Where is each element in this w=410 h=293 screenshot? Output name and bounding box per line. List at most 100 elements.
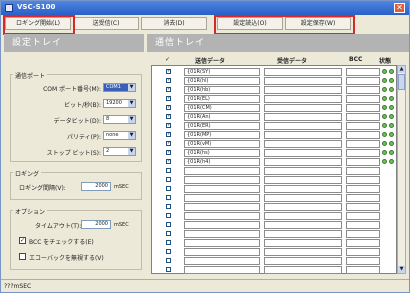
table-row bbox=[152, 221, 396, 230]
send-data-cell[interactable] bbox=[184, 212, 260, 220]
send-data-cell[interactable]: {01R(MP) bbox=[184, 131, 260, 139]
status-indicator-icon bbox=[389, 159, 394, 164]
send-data-cell[interactable]: {01R(h4) bbox=[184, 158, 260, 166]
send-data-cell[interactable]: {01R(ER) bbox=[184, 122, 260, 130]
com-port-select[interactable]: COM1 ▼ bbox=[103, 83, 136, 92]
echo-checkbox[interactable] bbox=[19, 253, 26, 260]
bcc-cell bbox=[346, 140, 380, 148]
status-text: ???mSEC bbox=[4, 283, 32, 290]
row-checkbox[interactable] bbox=[166, 258, 171, 263]
bcc-cell bbox=[346, 194, 380, 202]
bcc-cell bbox=[346, 266, 380, 274]
communication-panel: 通信トレイ ✓ 送信データ 受信データ BCC 状態 ✓ {01R(SY) ✓ {01… bbox=[147, 34, 409, 277]
recv-data-cell bbox=[264, 86, 342, 94]
row-checkbox[interactable] bbox=[166, 213, 171, 218]
row-checkbox[interactable]: ✓ bbox=[166, 105, 171, 110]
row-checkbox[interactable]: ✓ bbox=[166, 123, 171, 128]
send-data-cell[interactable] bbox=[184, 257, 260, 265]
status-indicator-icon bbox=[389, 87, 394, 92]
send-data-cell[interactable] bbox=[184, 239, 260, 247]
start-logging-button[interactable]: ロギング開始(L) bbox=[5, 17, 71, 30]
status-indicator-icon bbox=[382, 69, 387, 74]
send-data-cell[interactable]: {01R(SY) bbox=[184, 68, 260, 76]
send-data-cell[interactable]: {01R(hl) bbox=[184, 77, 260, 85]
status-indicator-icon bbox=[382, 114, 387, 119]
send-data-cell[interactable]: {01R(EL) bbox=[184, 95, 260, 103]
row-checkbox[interactable] bbox=[166, 186, 171, 191]
stop-bits-select[interactable]: 2 ▼ bbox=[103, 147, 136, 156]
row-checkbox[interactable] bbox=[166, 168, 171, 173]
send-data-cell[interactable] bbox=[184, 176, 260, 184]
send-data-cell[interactable]: {01R(hb) bbox=[184, 86, 260, 94]
recv-data-cell bbox=[264, 185, 342, 193]
row-checkbox[interactable]: ✓ bbox=[166, 159, 171, 164]
scroll-down-arrow-icon[interactable]: ▼ bbox=[398, 266, 405, 273]
send-data-cell[interactable] bbox=[184, 230, 260, 238]
status-indicator-icon bbox=[382, 123, 387, 128]
data-bits-select[interactable]: 8 ▼ bbox=[103, 115, 136, 124]
row-checkbox[interactable] bbox=[166, 267, 171, 272]
timeout-input[interactable]: 2000 bbox=[81, 220, 111, 229]
logging-interval-input[interactable]: 2000 bbox=[81, 182, 111, 191]
bcc-cell bbox=[346, 176, 380, 184]
table-row bbox=[152, 194, 396, 203]
row-checkbox[interactable] bbox=[166, 222, 171, 227]
row-checkbox[interactable] bbox=[166, 249, 171, 254]
row-checkbox[interactable]: ✓ bbox=[166, 132, 171, 137]
row-checkbox[interactable]: ✓ bbox=[166, 87, 171, 92]
bcc-checkbox[interactable]: ✓ bbox=[19, 237, 26, 244]
settings-panel: 設定トレイ 通信ポート COM ポート番号(M): COM1 ▼ ビット/秒(B… bbox=[4, 34, 144, 277]
app-window: VSC-S100 ✕ ロギング開始(L) 送受信(C) 消去(D) 設定読込(O… bbox=[0, 0, 410, 293]
send-data-cell[interactable]: {01R(hs) bbox=[184, 149, 260, 157]
send-data-cell[interactable] bbox=[184, 185, 260, 193]
table-row: ✓ {01R(EL) bbox=[152, 95, 396, 104]
table-row bbox=[152, 212, 396, 221]
recv-data-cell bbox=[264, 68, 342, 76]
row-checkbox[interactable] bbox=[166, 240, 171, 245]
row-checkbox[interactable] bbox=[166, 231, 171, 236]
table-row: ✓ {01R(MP) bbox=[152, 131, 396, 140]
row-checkbox[interactable]: ✓ bbox=[166, 69, 171, 74]
row-checkbox[interactable]: ✓ bbox=[166, 96, 171, 101]
send-receive-button[interactable]: 送受信(C) bbox=[73, 17, 139, 30]
close-button[interactable]: ✕ bbox=[394, 3, 405, 13]
scroll-up-arrow-icon[interactable]: ▲ bbox=[398, 66, 405, 73]
recv-data-cell bbox=[264, 257, 342, 265]
recv-data-cell bbox=[264, 122, 342, 130]
logging-group-title: ロギング bbox=[13, 169, 42, 178]
baud-rate-select[interactable]: 19200 ▼ bbox=[103, 99, 136, 108]
row-checkbox[interactable]: ✓ bbox=[166, 78, 171, 83]
send-data-cell[interactable] bbox=[184, 203, 260, 211]
table-row bbox=[152, 239, 396, 248]
row-checkbox[interactable]: ✓ bbox=[166, 150, 171, 155]
recv-data-cell bbox=[264, 221, 342, 229]
send-data-cell[interactable] bbox=[184, 221, 260, 229]
clear-button[interactable]: 消去(D) bbox=[141, 17, 207, 30]
save-settings-button[interactable]: 設定保存(W) bbox=[285, 17, 351, 30]
load-settings-button[interactable]: 設定読込(O) bbox=[217, 17, 283, 30]
row-checkbox[interactable] bbox=[166, 177, 171, 182]
row-checkbox[interactable] bbox=[166, 195, 171, 200]
table-row bbox=[152, 266, 396, 275]
send-data-cell[interactable] bbox=[184, 248, 260, 256]
grid-scrollbar[interactable]: ▲ ▼ bbox=[397, 65, 406, 274]
table-row bbox=[152, 230, 396, 239]
send-data-cell[interactable] bbox=[184, 266, 260, 274]
send-data-cell[interactable]: {01R(vM) bbox=[184, 140, 260, 148]
status-indicator-icon bbox=[389, 132, 394, 137]
recv-data-cell bbox=[264, 230, 342, 238]
comm-port-group-title: 通信ポート bbox=[13, 71, 48, 80]
send-data-cell[interactable] bbox=[184, 194, 260, 202]
send-data-cell[interactable] bbox=[184, 167, 260, 175]
recv-data-cell bbox=[264, 203, 342, 211]
row-checkbox[interactable]: ✓ bbox=[166, 141, 171, 146]
check-column-header: ✓ bbox=[165, 56, 171, 63]
bcc-cell bbox=[346, 239, 380, 247]
row-checkbox[interactable]: ✓ bbox=[166, 114, 171, 119]
send-data-cell[interactable]: {01R(CM) bbox=[184, 104, 260, 112]
parity-select[interactable]: none ▼ bbox=[103, 131, 136, 140]
row-checkbox[interactable] bbox=[166, 204, 171, 209]
send-data-cell[interactable]: {01R(An) bbox=[184, 113, 260, 121]
scroll-thumb[interactable] bbox=[398, 74, 405, 90]
status-indicator-icon bbox=[382, 78, 387, 83]
